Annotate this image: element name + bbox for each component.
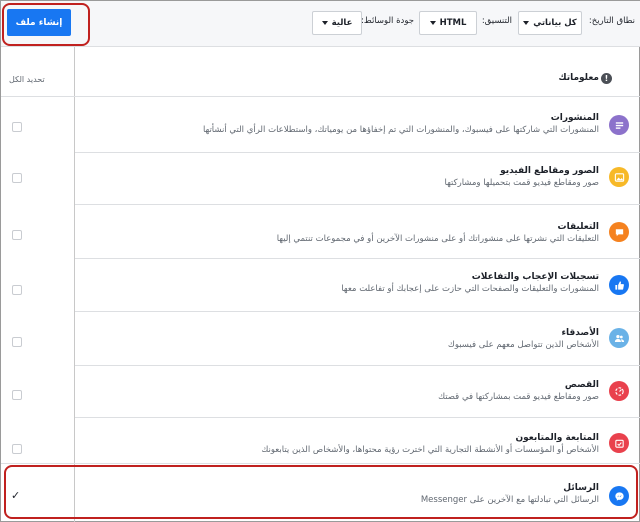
checkbox-comments[interactable] [12,230,22,240]
category-posts[interactable]: المنشورات المنشورات التي شاركتها على فيس… [99,112,599,137]
divider [75,365,640,366]
friends-icon [609,328,629,348]
media-quality-value: عالية [331,18,353,28]
category-description: صور ومقاطع فيديو قمت بمشاركتها في قصتك [438,392,599,402]
format-select[interactable]: HTML [419,11,477,35]
messenger-icon [609,486,629,506]
category-title: الصور ومقاطع الفيديو [500,166,599,176]
date-range-select[interactable]: كل بياناتي [518,11,582,35]
format-label: التنسيق: [481,16,512,26]
select-all-link[interactable]: تحديد الكل [9,75,45,84]
info-icon: ! [601,73,612,84]
category-title: التعليقات [557,222,599,232]
divider [75,152,640,153]
category-title: القصص [564,380,599,390]
category-messages[interactable]: الرسائل الرسائل التي تبادلتها مع الآخرين… [99,482,599,507]
category-title: المتابعة والمتابعون [515,433,599,443]
divider [75,204,640,205]
posts-icon [609,115,629,135]
category-description: المنشورات التي شاركتها على فيسبوك، والمن… [202,125,599,135]
category-stories[interactable]: القصص صور ومقاطع فيديو قمت بمشاركتها في … [99,379,599,404]
category-friends[interactable]: الأصدقاء الأشخاص الذين تتواصل معهم على ف… [99,327,599,352]
check-icon[interactable]: ✓ [11,489,20,502]
divider [1,96,640,97]
category-title: المنشورات [550,113,599,123]
category-title: تسجيلات الإعجاب والتفاعلات [471,272,599,282]
checkbox-posts[interactable] [12,122,22,132]
checkbox-friends[interactable] [12,337,22,347]
section-title: معلوماتك [558,73,599,83]
create-file-highlight [2,3,90,46]
category-description: التعليقات التي نشرتها على منشوراتك أو عل… [276,234,599,244]
category-description: المنشورات والتعليقات والصفحات التي حازت … [341,284,599,294]
category-following[interactable]: المتابعة والمتابعون الأشخاص أو المؤسسات … [99,432,599,457]
divider [1,463,640,464]
media-quality-select[interactable]: عالية [312,11,362,35]
following-icon [609,433,629,453]
category-description: الأشخاص أو المؤسسات أو الأنشطة التجارية … [261,445,599,455]
divider [75,258,640,259]
date-range-value: كل بياناتي [533,18,577,28]
checkbox-stories[interactable] [12,390,22,400]
like-icon [609,275,629,295]
category-photos[interactable]: الصور ومقاطع الفيديو صور ومقاطع فيديو قم… [99,165,599,190]
checkbox-following[interactable] [12,444,22,454]
category-description: الأشخاص الذين تتواصل معهم على فيسبوك [447,340,599,350]
divider [75,311,640,312]
media-quality-label: جودة الوسائط: [361,16,414,26]
toolbar: إنشاء ملف نطاق التاريخ: كل بياناتي التنس… [1,1,640,47]
chevron-down-icon [523,21,530,25]
checkbox-likes[interactable] [12,285,22,295]
divider [75,417,640,418]
chevron-down-icon [321,21,328,25]
date-range-label: نطاق التاريخ: [588,16,635,26]
category-title: الرسائل [563,483,599,493]
stories-icon [609,381,629,401]
download-info-panel: إنشاء ملف نطاق التاريخ: كل بياناتي التنس… [0,0,640,522]
comments-icon [609,222,629,242]
category-title: الأصدقاء [561,328,599,338]
category-description: الرسائل التي تبادلتها مع الآخرين على Mes… [420,495,599,505]
checkbox-photos[interactable] [12,173,22,183]
format-value: HTML [439,18,467,28]
category-comments[interactable]: التعليقات التعليقات التي نشرتها على منشو… [99,221,599,246]
category-likes[interactable]: تسجيلات الإعجاب والتفاعلات المنشورات وال… [99,271,599,296]
category-description: صور ومقاطع فيديو قمت بتحميلها ومشاركتها [444,178,599,188]
chevron-down-icon [429,21,436,25]
photos-icon [609,167,629,187]
